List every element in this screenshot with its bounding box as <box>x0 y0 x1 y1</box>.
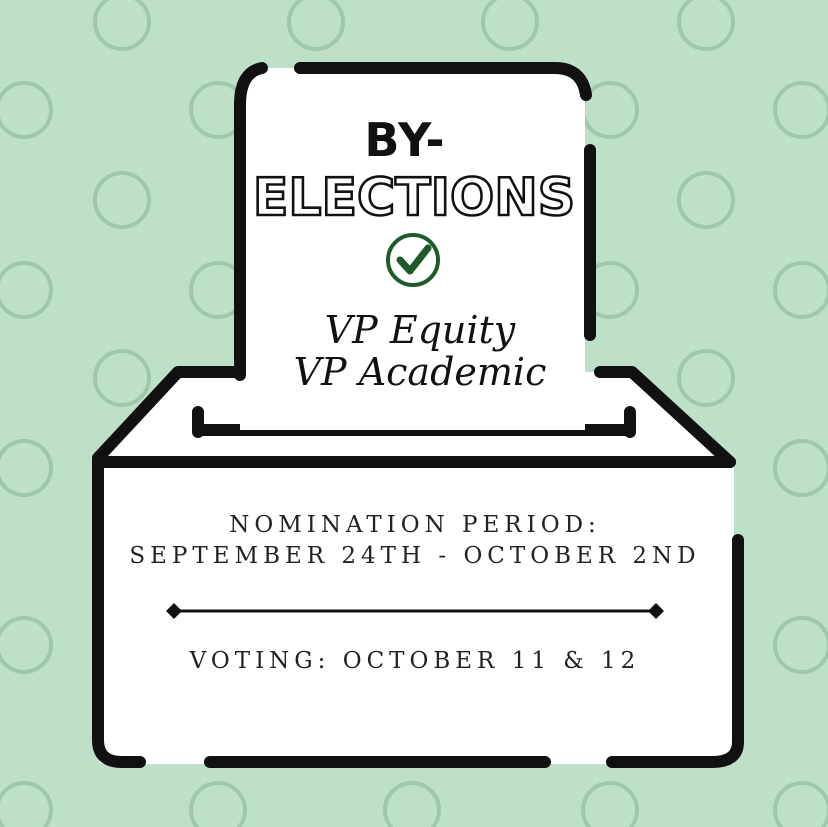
nomination-dates: SEPTEMBER 24TH - OCTOBER 2ND <box>129 543 701 569</box>
title-line-1: BY- <box>364 113 446 167</box>
title-line-2: ELECTIONS <box>252 167 577 230</box>
position-vp-academic: VP Academic <box>293 350 547 394</box>
voting-dates: VOTING: OCTOBER 11 & 12 <box>189 648 641 674</box>
nomination-label: NOMINATION PERIOD: <box>229 512 601 538</box>
position-vp-equity: VP Equity <box>324 308 516 352</box>
poster: BY- ELECTIONS VP Equity VP Academic NOMI… <box>0 0 828 827</box>
check-circle-icon <box>386 233 440 287</box>
